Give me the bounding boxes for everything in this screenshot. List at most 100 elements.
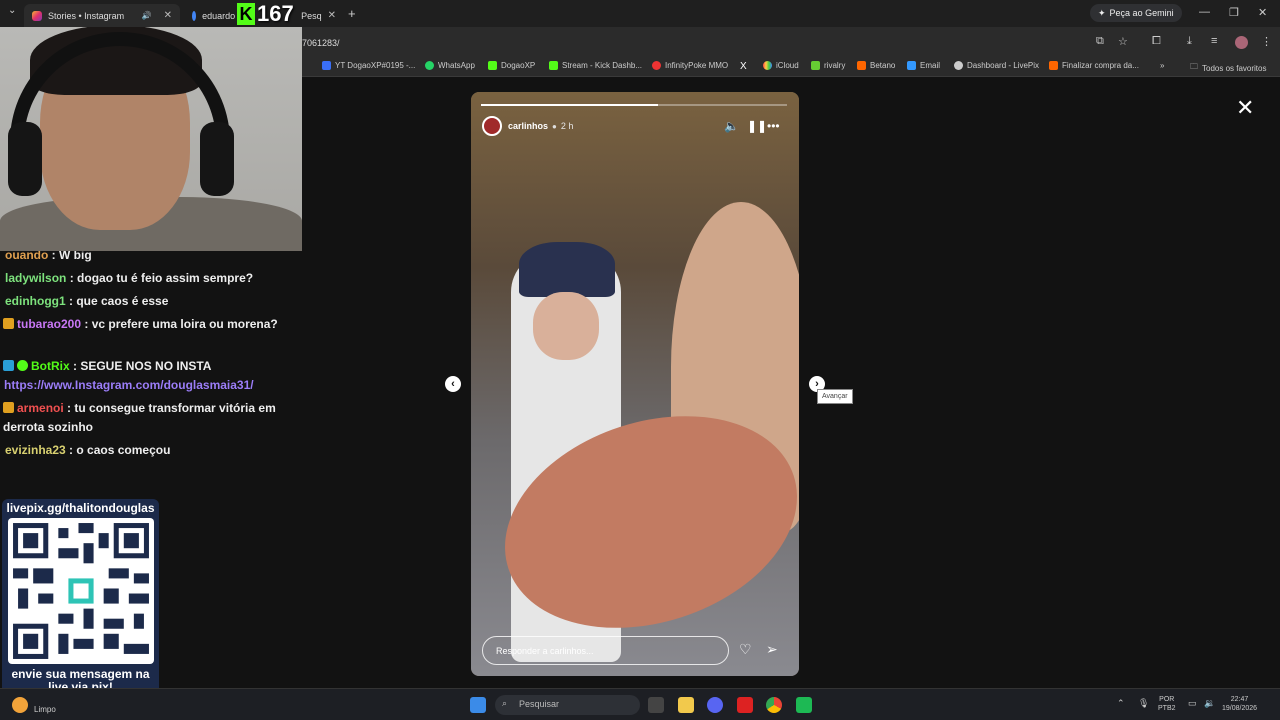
bookmark-item[interactable]: Stream - Kick Dashb... [549,61,642,70]
minimize-icon[interactable]: — [1199,6,1210,18]
bookmark-label: DogaoXP [501,61,536,70]
search-placeholder: Pesquisar [519,699,560,709]
send-icon[interactable]: ➢ [766,641,778,658]
kick-icon [549,61,558,70]
browser-tab-bar: Stories • Instagram 🔊 ✕ eduardo Pesq ✕ +… [0,0,1280,27]
bookmark-label: Finalizar compra da... [1062,61,1139,70]
speaker-icon[interactable]: 🔈 [724,119,739,133]
install-app-icon[interactable]: ⧉ [1096,35,1104,48]
chat-text: que caos é esse [76,294,169,308]
bookmark-item[interactable]: Betano [857,61,895,70]
livepix-qr-panel: livepix.gg/thalitondouglas envie sua men… [2,499,159,701]
bookmark-item[interactable]: Dashboard - LivePix [954,61,1039,70]
restore-icon[interactable]: ❐ [1229,6,1239,19]
chat-username: tubarao200 [17,317,82,331]
download-icon[interactable]: ⤓ [1187,35,1192,48]
story-username[interactable]: carlinhos [508,121,548,131]
bookmark-item[interactable]: DogaoXP [488,61,535,70]
chat-link[interactable]: https://www.Instagram.com/douglasmaia31/ [4,376,296,395]
close-tab-icon[interactable]: ✕ [164,10,172,21]
network-icon[interactable]: ▭ [1188,699,1197,708]
bookmarks-overflow-icon[interactable]: » [1160,61,1164,70]
taskbar-search[interactable]: ⌕ Pesquisar [495,695,640,715]
verified-icon: ● [552,121,557,131]
story-header: carlinhos ● 2 h [508,121,573,131]
close-viewer-icon[interactable]: ✕ [1236,95,1254,121]
close-window-icon[interactable]: ✕ [1258,6,1267,19]
search-icon: ⌕ [502,698,508,708]
tray-overflow-icon[interactable]: ⌃ [1117,699,1125,708]
bookmark-label: YT DogaoXP#0195 -... [335,61,416,70]
gemini-icon: ✦ [1098,7,1106,18]
bookmark-item[interactable]: X [740,61,747,72]
bookmark-star-icon[interactable]: ☆ [1118,35,1128,48]
chat-message: tubarao200 : vc prefere uma loira ou mor… [3,315,295,334]
clock-date: 19/08/2026 [1222,705,1258,712]
bookmark-item[interactable]: InfinityPoke MMO [652,61,728,70]
bookmark-item[interactable]: WhatsApp [425,61,475,70]
filezilla-icon[interactable] [737,697,753,713]
chrome-icon[interactable] [766,697,782,713]
profile-avatar[interactable] [1235,36,1248,49]
microphone-icon[interactable]: 🎙 [1138,699,1149,708]
chat-text: vc prefere uma loira ou morena? [91,317,278,331]
more-icon[interactable]: ••• [767,119,780,133]
bookmark-item[interactable]: YT DogaoXP#0195 -... [322,61,415,70]
chat-panel: ouando : W big ladywilson : dogao tu é f… [0,251,302,497]
windows-taskbar: Limpo ⌕ Pesquisar ⌃ 🎙 POR PTB2 ▭ 🔉 22:47… [0,688,1280,720]
next-tooltip: Avançar [817,389,853,404]
media-icon[interactable]: ≡ [1211,35,1217,47]
bookmark-item[interactable]: Finalizar compra da... [1049,61,1139,70]
bot-badge-icon [3,360,14,371]
new-tab-icon[interactable]: + [348,6,356,21]
rivalry-icon [811,61,820,70]
previous-story-button[interactable]: ‹ [445,376,461,392]
pause-icon[interactable]: ❚❚ [747,119,767,133]
instagram-icon [32,10,42,21]
chat-username: edinhogg1 [5,294,66,308]
task-view-icon[interactable] [648,697,664,713]
reply-input[interactable]: Responder a carlinhos... [482,636,729,665]
app-icon[interactable] [796,697,812,713]
tab-list-icon[interactable]: ⌄ [8,5,16,16]
store-icon [1049,61,1058,70]
weather-icon [12,697,28,713]
discord-icon[interactable] [707,697,723,713]
tab-instagram-stories[interactable]: Stories • Instagram 🔊 ✕ [24,4,180,27]
story-card[interactable]: carlinhos ● 2 h 🔈 ❚❚ ••• Responder a car… [471,92,799,676]
heart-icon[interactable]: ♡ [739,641,752,658]
pokeball-icon [652,61,661,70]
clock[interactable]: 22:47 19/08/2026 [1222,695,1257,713]
chat-text: dogao tu é feio assim sempre? [77,271,254,285]
chat-message: edinhogg1 : que caos é esse [5,294,169,308]
chat-username: armenoi [17,401,64,415]
chat-username: ouando [5,251,49,262]
audio-icon[interactable]: 🔊 [142,11,152,20]
whatsapp-icon [425,61,434,70]
language-indicator[interactable]: POR PTB2 [1158,695,1176,713]
file-explorer-icon[interactable] [678,697,694,713]
gemini-button[interactable]: ✦ Peça ao Gemini [1090,4,1182,22]
story-time: 2 h [560,121,574,131]
all-favorites-folder[interactable]: 🗀 Todos os favoritos [1190,61,1266,75]
google-icon [192,10,197,21]
url-text[interactable]: 7061283/ [302,38,340,48]
keyboard-layout: PTB2 [1158,705,1176,712]
close-tab-icon[interactable]: ✕ [328,10,336,21]
chat-message: ouando : W big [5,251,297,265]
volume-icon[interactable]: 🔉 [1204,699,1215,708]
bookmark-item[interactable]: iCloud [763,61,799,70]
bookmark-item[interactable]: rivalry [811,61,845,70]
bookmark-label: iCloud [776,61,799,70]
headphone-earcup [8,122,42,196]
start-icon[interactable] [470,697,486,713]
extensions-icon[interactable]: ⧠ [1152,35,1161,48]
email-icon [907,61,916,70]
weather-label: Limpo [34,705,56,714]
bookmark-label: InfinityPoke MMO [665,61,729,70]
story-avatar[interactable] [482,116,502,136]
folder-icon: 🗀 [1190,62,1198,71]
bookmark-item[interactable]: Email [907,61,940,70]
menu-icon[interactable]: ⋮ [1261,35,1272,48]
qr-code [8,518,154,664]
